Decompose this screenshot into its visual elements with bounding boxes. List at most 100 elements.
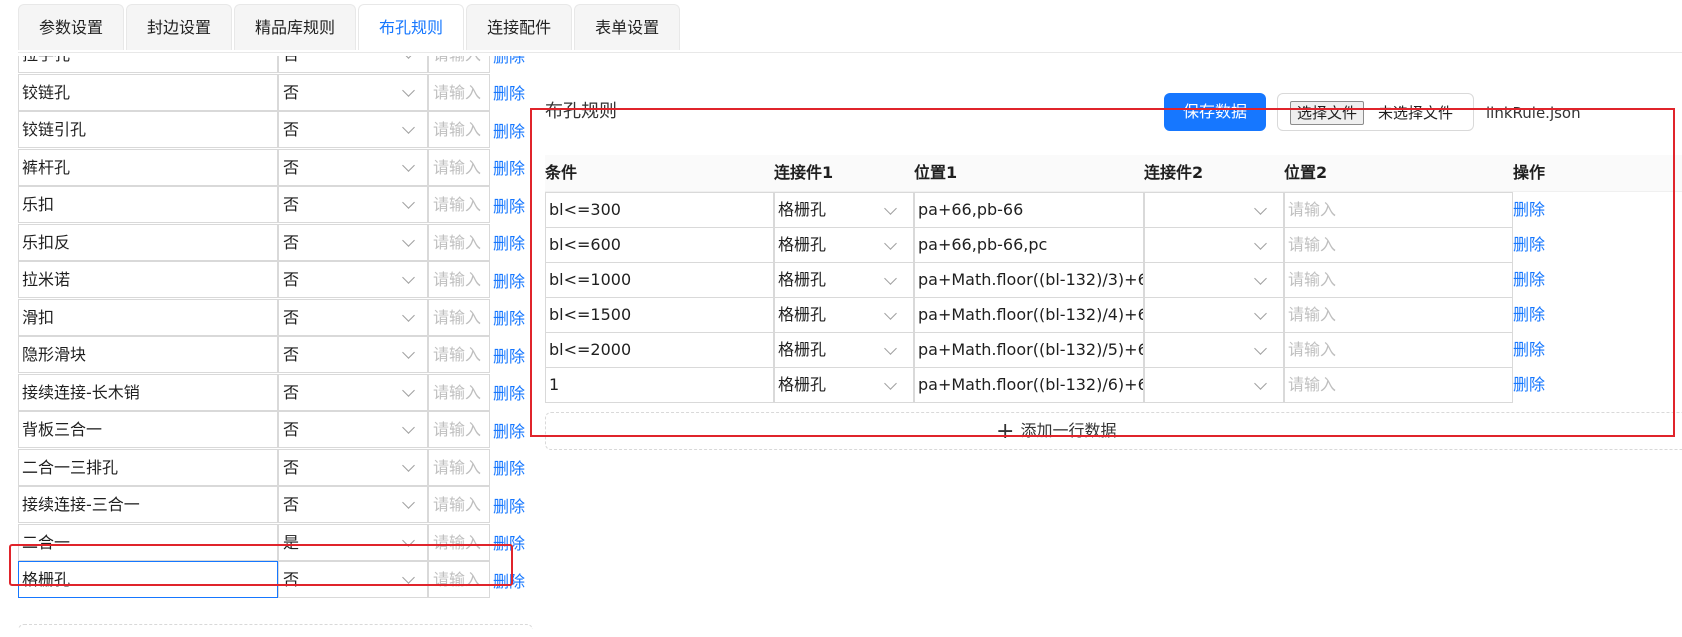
delete-link[interactable]: 删除: [493, 530, 525, 554]
param-input[interactable]: 请输入: [428, 56, 490, 74]
hole-name-input[interactable]: 二合一: [18, 523, 278, 561]
connector1-select[interactable]: 格栅孔: [774, 332, 914, 368]
position2-input[interactable]: 请输入: [1284, 297, 1513, 333]
hole-name-input[interactable]: 乐扣反: [18, 223, 278, 261]
enabled-select[interactable]: 否: [278, 223, 428, 261]
position2-input[interactable]: 请输入: [1284, 262, 1513, 298]
hole-name-input[interactable]: 格栅孔: [18, 561, 278, 599]
param-input[interactable]: 请输入: [428, 73, 490, 111]
delete-row-link[interactable]: 删除: [1513, 192, 1545, 228]
connector1-select[interactable]: 格栅孔: [774, 192, 914, 228]
connector2-select[interactable]: [1144, 192, 1284, 228]
save-data-button[interactable]: 保存数据: [1164, 93, 1266, 131]
delete-row-link[interactable]: 删除: [1513, 332, 1545, 368]
hole-name-input[interactable]: 二合一三排孔: [18, 448, 278, 486]
enabled-select[interactable]: 否: [278, 373, 428, 411]
position1-input[interactable]: pa+Math.floor((bl-132)/6)+66,pb: [914, 367, 1144, 403]
position2-input[interactable]: 请输入: [1284, 192, 1513, 228]
tab-hole-rules[interactable]: 布孔规则: [358, 4, 465, 50]
hole-name-input[interactable]: 隐形滑块: [18, 336, 278, 374]
param-input[interactable]: 请输入: [428, 298, 490, 336]
tab-edge-banding[interactable]: 封边设置: [126, 4, 233, 50]
position1-input[interactable]: pa+66,pb-66: [914, 192, 1144, 228]
enabled-select[interactable]: 否: [278, 56, 428, 74]
hole-name-input[interactable]: 拉米诺: [18, 261, 278, 299]
connector1-select[interactable]: 格栅孔: [774, 227, 914, 263]
delete-link[interactable]: 删除: [493, 193, 525, 217]
position1-input[interactable]: pa+Math.floor((bl-132)/3)+66,pb: [914, 262, 1144, 298]
delete-link[interactable]: 删除: [493, 380, 525, 404]
condition-input[interactable]: bl<=1500: [545, 297, 774, 333]
connector2-select[interactable]: [1144, 227, 1284, 263]
delete-link[interactable]: 删除: [493, 343, 525, 367]
condition-input[interactable]: bl<=2000: [545, 332, 774, 368]
connector1-select[interactable]: 格栅孔: [774, 297, 914, 333]
delete-link[interactable]: 删除: [493, 56, 525, 67]
enabled-select[interactable]: 否: [278, 486, 428, 524]
delete-link[interactable]: 删除: [493, 568, 525, 592]
hole-name-input[interactable]: 裤杆孔: [18, 148, 278, 186]
param-input[interactable]: 请输入: [428, 411, 490, 449]
delete-row-link[interactable]: 删除: [1513, 262, 1545, 298]
delete-row-link[interactable]: 删除: [1513, 297, 1545, 333]
connector2-select[interactable]: [1144, 367, 1284, 403]
delete-row-link[interactable]: 删除: [1513, 367, 1545, 403]
enabled-select[interactable]: 否: [278, 336, 428, 374]
param-input[interactable]: 请输入: [428, 148, 490, 186]
hole-name-input[interactable]: 铰链引孔: [18, 111, 278, 149]
delete-link[interactable]: 删除: [493, 155, 525, 179]
param-input[interactable]: 请输入: [428, 523, 490, 561]
hole-name-input[interactable]: 拉手孔: [18, 56, 278, 74]
delete-link[interactable]: 删除: [493, 230, 525, 254]
position2-input[interactable]: 请输入: [1284, 227, 1513, 263]
enabled-select[interactable]: 否: [278, 148, 428, 186]
position1-input[interactable]: pa+Math.floor((bl-132)/4)+66,pb: [914, 297, 1144, 333]
tab-library-rules[interactable]: 精品库规则: [234, 4, 357, 50]
hole-name-input[interactable]: 乐扣: [18, 186, 278, 224]
file-input[interactable]: 选择文件 未选择文件: [1277, 93, 1474, 131]
connector2-select[interactable]: [1144, 332, 1284, 368]
enabled-select[interactable]: 否: [278, 411, 428, 449]
delete-link[interactable]: 删除: [493, 455, 525, 479]
condition-input[interactable]: bl<=300: [545, 192, 774, 228]
hole-name-input[interactable]: 接续连接-三合一: [18, 486, 278, 524]
delete-link[interactable]: 删除: [493, 80, 525, 104]
left-add-row-button[interactable]: [18, 624, 533, 629]
hole-name-input[interactable]: 接续连接-长木销: [18, 373, 278, 411]
connector2-select[interactable]: [1144, 297, 1284, 333]
delete-link[interactable]: 删除: [493, 418, 525, 442]
enabled-select[interactable]: 否: [278, 111, 428, 149]
condition-input[interactable]: bl<=1000: [545, 262, 774, 298]
delete-row-link[interactable]: 删除: [1513, 227, 1545, 263]
add-row-button[interactable]: + 添加一行数据: [545, 412, 1682, 450]
delete-link[interactable]: 删除: [493, 118, 525, 142]
param-input[interactable]: 请输入: [428, 336, 490, 374]
position2-input[interactable]: 请输入: [1284, 367, 1513, 403]
tab-form-settings[interactable]: 表单设置: [574, 4, 681, 50]
delete-link[interactable]: 删除: [493, 493, 525, 517]
enabled-select[interactable]: 否: [278, 73, 428, 111]
enabled-select[interactable]: 否: [278, 261, 428, 299]
enabled-select[interactable]: 是: [278, 523, 428, 561]
connector2-select[interactable]: [1144, 262, 1284, 298]
connector1-select[interactable]: 格栅孔: [774, 367, 914, 403]
param-input[interactable]: 请输入: [428, 186, 490, 224]
condition-input[interactable]: 1: [545, 367, 774, 403]
tab-connectors[interactable]: 连接配件: [466, 4, 573, 50]
position1-input[interactable]: pa+66,pb-66,pc: [914, 227, 1144, 263]
param-input[interactable]: 请输入: [428, 448, 490, 486]
condition-input[interactable]: bl<=600: [545, 227, 774, 263]
tab-parameter-settings[interactable]: 参数设置: [18, 4, 125, 50]
param-input[interactable]: 请输入: [428, 223, 490, 261]
param-input[interactable]: 请输入: [428, 261, 490, 299]
param-input[interactable]: 请输入: [428, 373, 490, 411]
delete-link[interactable]: 删除: [493, 305, 525, 329]
hole-name-input[interactable]: 背板三合一: [18, 411, 278, 449]
enabled-select[interactable]: 否: [278, 298, 428, 336]
param-input[interactable]: 请输入: [428, 561, 490, 599]
position2-input[interactable]: 请输入: [1284, 332, 1513, 368]
hole-type-list[interactable]: 拉手孔否请输入删除铰链孔否请输入删除铰链引孔否请输入删除裤杆孔否请输入删除乐扣否…: [18, 56, 538, 629]
param-input[interactable]: 请输入: [428, 111, 490, 149]
position1-input[interactable]: pa+Math.floor((bl-132)/5)+66,pb: [914, 332, 1144, 368]
choose-file-button[interactable]: 选择文件: [1290, 101, 1365, 125]
